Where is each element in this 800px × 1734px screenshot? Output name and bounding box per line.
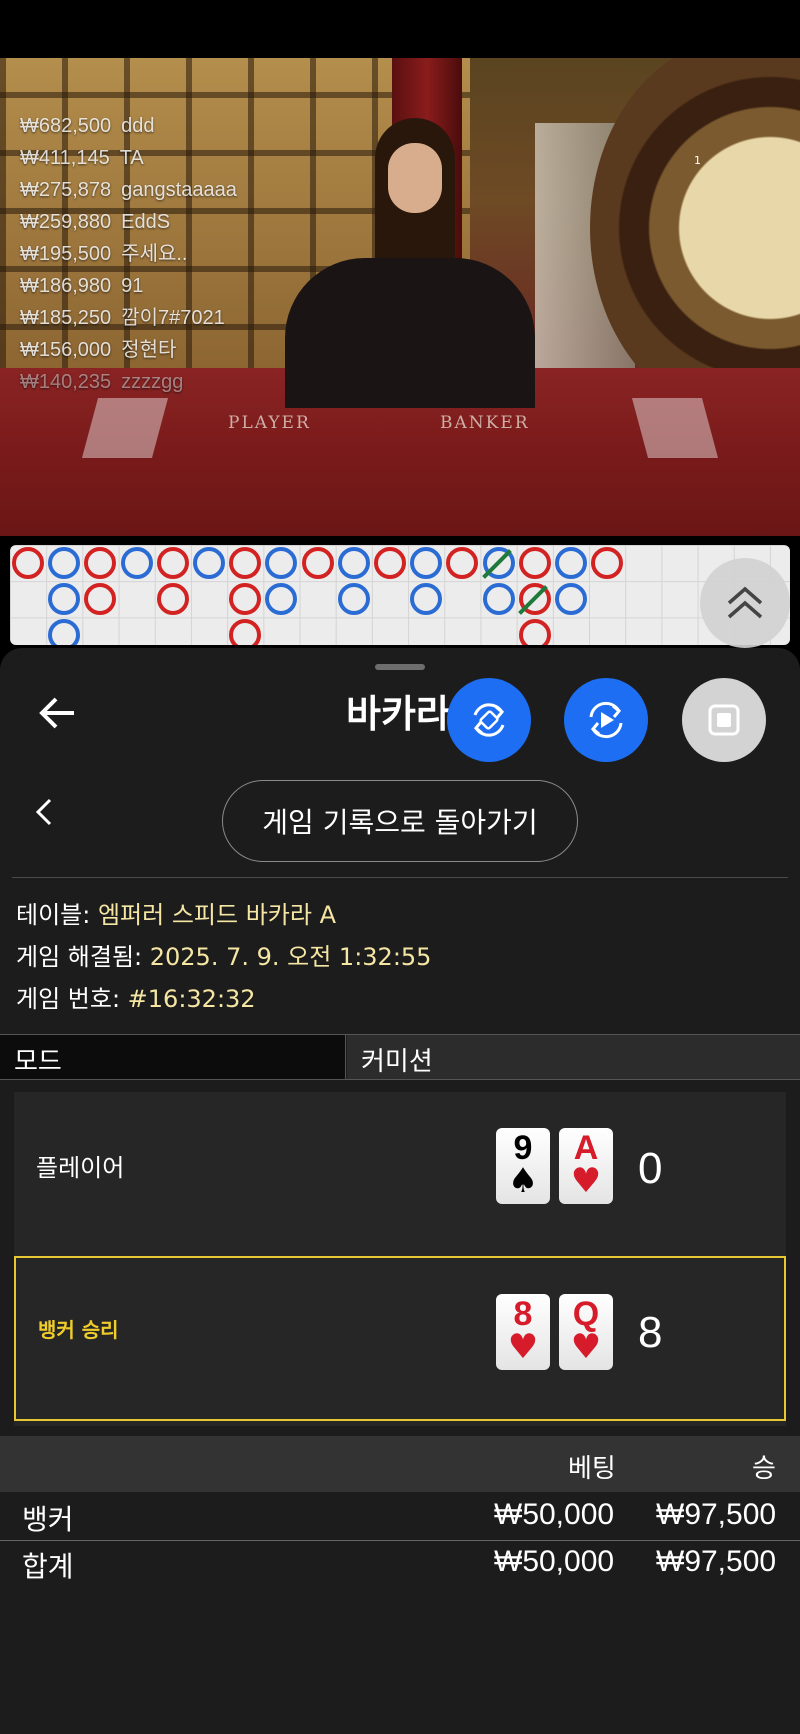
banker-bead	[84, 547, 117, 579]
leaderboard-row: ₩259,880 EddS	[20, 211, 171, 233]
divider	[12, 877, 788, 878]
status-bar	[0, 0, 800, 58]
column-bet: 베팅	[568, 1454, 616, 1484]
replay-icon	[589, 701, 623, 739]
banker-bead	[518, 547, 551, 579]
banker-bead	[518, 619, 551, 645]
banker-bead	[229, 583, 262, 616]
player-bead	[193, 547, 225, 579]
player-label: 플레이어	[36, 1154, 125, 1182]
live-video[interactable]: PLAYER BANKER 1 ₩682,500 ddd ₩411,145 TA ₩…	[0, 58, 800, 536]
bet-amount: ₩50,000	[494, 1498, 615, 1531]
sheet-grabber[interactable]	[375, 664, 425, 670]
player-score: 0	[638, 1144, 663, 1193]
double-chevron-up-icon	[727, 586, 763, 619]
banker-hand: 뱅커 승리 8 ♥ Q ♥ 8	[14, 1256, 786, 1421]
player-bead	[337, 547, 370, 579]
game-history-sheet: 바카라 게임 기록으로 돌아가기 테이블: 엠퍼러 스피드 바카라 A 게임 해…	[0, 648, 800, 1734]
bead-road-map[interactable]	[10, 545, 790, 645]
banker-bead	[301, 547, 334, 579]
mode-value: 커미션	[347, 1035, 800, 1079]
player-bead	[265, 583, 298, 616]
player-bead	[48, 547, 81, 579]
tie-mark	[481, 549, 512, 579]
rotate-icon	[473, 703, 505, 737]
hands-panel: 플레이어 9 ♠ A ♥ 0 뱅커 승리 8 ♥ Q ♥ 8	[14, 1092, 786, 1426]
banker-win-label: 뱅커 승리	[38, 1318, 119, 1342]
leaderboard-row: ₩185,250 깜이7#7021	[20, 307, 225, 329]
dealer	[285, 108, 535, 408]
leaderboard-row: ₩156,000 정현타	[20, 339, 177, 361]
leaderboard-row: ₩195,500 주세요..	[20, 243, 188, 265]
player-bead	[265, 547, 298, 579]
leaderboard-row: ₩186,980 91	[20, 275, 144, 297]
player-bead	[410, 583, 443, 616]
camera-mark: 1	[694, 154, 701, 167]
resolved-info: 게임 해결됨: 2025. 7. 9. 오전 1:32:55	[16, 943, 432, 971]
banker-card-1: 8 ♥	[496, 1294, 550, 1370]
bet-row-total: 합계 ₩50,000 ₩97,500	[0, 1540, 800, 1586]
banker-card-2: Q ♥	[559, 1294, 613, 1370]
history-nav: 게임 기록으로 돌아가기	[0, 778, 800, 862]
game-info: 테이블: 엠퍼러 스피드 바카라 A 게임 해결됨: 2025. 7. 9. 오…	[16, 894, 431, 1020]
bet-row-banker: 뱅커 ₩50,000 ₩97,500	[0, 1494, 800, 1540]
player-bead	[120, 547, 153, 579]
player-bead	[482, 583, 515, 616]
expand-up-button[interactable]	[700, 558, 790, 648]
banker-bead	[12, 547, 44, 579]
stop-icon	[708, 704, 740, 736]
tie-mark	[517, 585, 548, 616]
chevron-left-icon[interactable]	[32, 794, 56, 839]
leaderboard-row: ₩682,500 ddd	[20, 115, 155, 137]
stop-button[interactable]	[682, 678, 766, 762]
back-to-history-button[interactable]: 게임 기록으로 돌아가기	[222, 780, 578, 862]
leaderboard-row: ₩411,145 TA	[20, 147, 144, 169]
player-bead	[48, 583, 81, 616]
player-bead	[481, 547, 515, 579]
player-hand: 플레이어 9 ♠ A ♥ 0	[14, 1092, 786, 1257]
bet-name: 뱅커	[22, 1503, 74, 1536]
banker-score: 8	[638, 1308, 663, 1357]
table-player-label: PLAYER	[228, 413, 311, 433]
banker-bead	[156, 547, 189, 579]
replay-button[interactable]	[564, 678, 648, 762]
rotate-screen-button[interactable]	[447, 678, 531, 762]
banker-bead	[374, 547, 406, 579]
banker-bead	[84, 583, 117, 616]
leaderboard-row: ₩275,878 gangstaaaaa	[20, 179, 237, 201]
player-card-2: A ♥	[559, 1128, 613, 1204]
table-banker-label: BANKER	[440, 413, 530, 433]
total-win-amount: ₩97,500	[656, 1545, 777, 1578]
banker-bead	[229, 547, 262, 579]
banker-bead	[156, 583, 189, 616]
banker-bead	[446, 547, 479, 579]
winners-leaderboard: ₩682,500 ddd ₩411,145 TA ₩275,878 gangstaaa…	[20, 110, 300, 398]
table-info: 테이블: 엠퍼러 스피드 바카라 A	[16, 901, 336, 929]
total-bet-amount: ₩50,000	[494, 1545, 615, 1578]
win-amount: ₩97,500	[656, 1498, 777, 1531]
player-bead	[410, 547, 443, 579]
banker-bead	[517, 583, 551, 616]
mode-label: 모드	[0, 1035, 346, 1079]
column-win: 승	[752, 1454, 776, 1484]
player-bead	[337, 583, 370, 616]
page-title: 바카라	[346, 692, 451, 736]
sheet-header: 바카라	[0, 673, 800, 762]
leaderboard-row: ₩140,235 zzzzgg	[20, 371, 184, 393]
player-bead	[555, 583, 587, 616]
bets-table-header: 베팅 승	[0, 1436, 800, 1492]
game-number-info: 게임 번호: #16:32:32	[16, 985, 256, 1013]
player-card-1: 9 ♠	[496, 1128, 550, 1204]
total-label: 합계	[22, 1550, 74, 1583]
banker-bead	[591, 547, 624, 579]
banker-bead	[229, 619, 262, 645]
player-bead	[555, 547, 587, 579]
mode-bar: 모드 커미션	[0, 1034, 800, 1080]
player-bead	[48, 619, 81, 645]
back-arrow-icon[interactable]	[38, 693, 78, 733]
